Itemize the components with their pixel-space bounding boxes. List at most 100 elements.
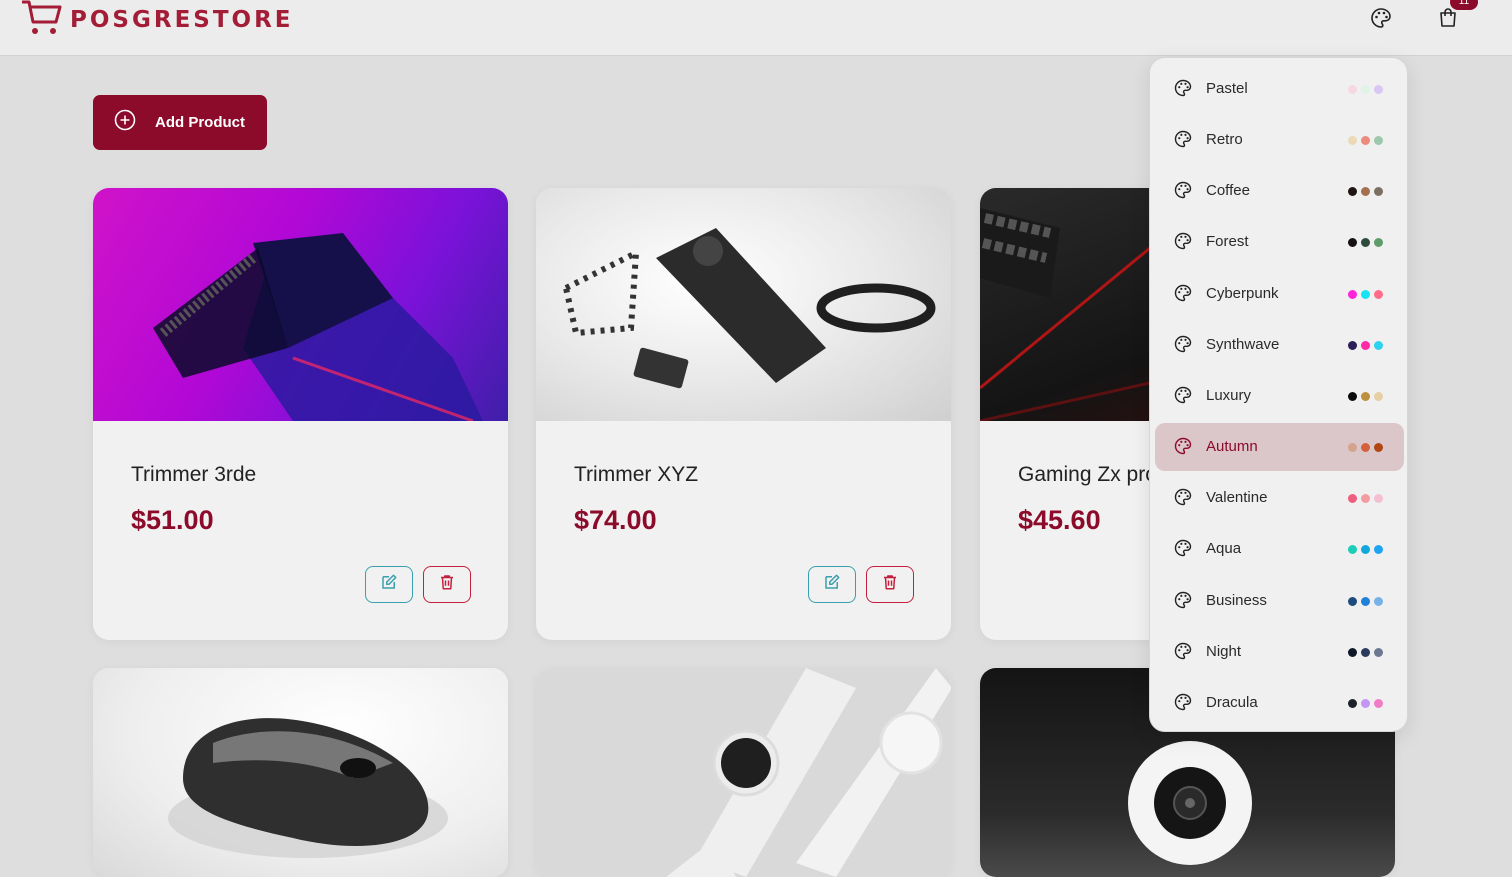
- navbar: POSGRESTORE 11: [0, 0, 1512, 56]
- color-swatch: [1361, 85, 1370, 94]
- product-image: [93, 668, 508, 877]
- brand-logo[interactable]: POSGRESTORE: [20, 0, 294, 40]
- theme-option-dracula[interactable]: Dracula: [1155, 679, 1404, 727]
- theme-option-label: Business: [1206, 591, 1267, 609]
- product-image: [536, 188, 951, 421]
- theme-color-swatches: [1348, 391, 1383, 401]
- theme-option-cyberpunk[interactable]: Cyberpunk: [1155, 270, 1404, 318]
- palette-icon: [1173, 538, 1195, 560]
- product-card: Trimmer 3rde $51.00: [93, 188, 508, 640]
- theme-option-business[interactable]: Business: [1155, 577, 1404, 625]
- theme-option-coffee[interactable]: Coffee: [1155, 167, 1404, 215]
- theme-option-aqua[interactable]: Aqua: [1155, 525, 1404, 573]
- palette-icon: [1369, 6, 1393, 35]
- color-swatch: [1361, 340, 1370, 350]
- shopping-cart-icon: [20, 0, 62, 43]
- theme-option-label: Dracula: [1206, 693, 1258, 711]
- theme-option-label: Aqua: [1206, 540, 1242, 558]
- color-swatch: [1348, 596, 1357, 606]
- delete-product-button[interactable]: [423, 566, 471, 603]
- palette-icon: [1173, 590, 1195, 612]
- theme-color-swatches: [1348, 187, 1383, 197]
- palette-icon: [1173, 487, 1195, 509]
- color-swatch: [1374, 698, 1383, 708]
- theme-color-swatches: [1348, 596, 1383, 606]
- color-swatch: [1374, 238, 1383, 248]
- theme-color-swatches: [1348, 85, 1383, 94]
- trash-icon: [438, 573, 456, 596]
- brand-name: POSGRESTORE: [70, 7, 294, 33]
- color-swatch: [1361, 545, 1370, 555]
- theme-option-forest[interactable]: Forest: [1155, 218, 1404, 266]
- edit-product-button[interactable]: [808, 566, 856, 603]
- theme-switcher-button[interactable]: [1365, 4, 1397, 36]
- palette-icon: [1173, 129, 1195, 151]
- palette-icon: [1173, 231, 1195, 253]
- theme-color-swatches: [1348, 289, 1383, 299]
- color-swatch: [1374, 340, 1383, 350]
- theme-color-swatches: [1348, 545, 1383, 555]
- product-name: Trimmer 3rde: [131, 463, 257, 486]
- color-swatch: [1361, 596, 1370, 606]
- theme-color-swatches: [1348, 443, 1383, 453]
- theme-color-swatches: [1348, 136, 1383, 146]
- theme-dropdown: Pastel Retro Coffee Forest Cyberpunk Synthwav…: [1149, 57, 1408, 732]
- color-swatch: [1374, 391, 1383, 401]
- color-swatch: [1348, 698, 1357, 708]
- theme-option-label: Synthwave: [1206, 335, 1280, 353]
- product-image: [93, 188, 508, 421]
- color-swatch: [1374, 85, 1383, 94]
- theme-option-night[interactable]: Night: [1155, 628, 1404, 676]
- color-swatch: [1361, 443, 1370, 453]
- product-image: [536, 668, 951, 877]
- theme-option-valentine[interactable]: Valentine: [1155, 474, 1404, 522]
- color-swatch: [1374, 647, 1383, 657]
- color-swatch: [1374, 494, 1383, 504]
- theme-option-retro[interactable]: Retro: [1155, 116, 1404, 164]
- theme-option-autumn[interactable]: Autumn: [1155, 423, 1404, 472]
- theme-color-swatches: [1348, 698, 1383, 708]
- product-card: [536, 668, 951, 877]
- cart-count-badge: 11: [1450, 0, 1478, 10]
- palette-icon: [1173, 78, 1195, 100]
- palette-icon: [1173, 436, 1195, 458]
- color-swatch: [1361, 136, 1370, 146]
- theme-color-swatches: [1348, 647, 1383, 657]
- delete-product-button[interactable]: [866, 566, 914, 603]
- color-swatch: [1374, 545, 1383, 555]
- product-price: $45.60: [1018, 505, 1101, 535]
- theme-option-label: Night: [1206, 642, 1242, 660]
- plus-circle-icon: [113, 108, 137, 137]
- color-swatch: [1348, 494, 1357, 504]
- theme-option-label: Autumn: [1206, 438, 1258, 456]
- color-swatch: [1361, 698, 1370, 708]
- add-product-button[interactable]: Add Product: [93, 95, 267, 150]
- product-name: Gaming Zx pro: [1018, 463, 1157, 486]
- product-price: $51.00: [131, 505, 214, 535]
- color-swatch: [1374, 289, 1383, 299]
- theme-option-luxury[interactable]: Luxury: [1155, 372, 1404, 420]
- color-swatch: [1348, 85, 1357, 94]
- color-swatch: [1348, 340, 1357, 350]
- palette-icon: [1173, 641, 1195, 663]
- color-swatch: [1374, 596, 1383, 606]
- color-swatch: [1361, 289, 1370, 299]
- color-swatch: [1361, 391, 1370, 401]
- theme-option-label: Cyberpunk: [1206, 284, 1279, 302]
- cart-button[interactable]: 11: [1432, 0, 1478, 36]
- theme-option-synthwave[interactable]: Synthwave: [1155, 321, 1404, 369]
- palette-icon: [1173, 692, 1195, 714]
- theme-color-swatches: [1348, 340, 1383, 350]
- edit-product-button[interactable]: [365, 566, 413, 603]
- product-price: $74.00: [574, 505, 657, 535]
- theme-option-label: Coffee: [1206, 182, 1250, 200]
- color-swatch: [1348, 391, 1357, 401]
- theme-option-pastel[interactable]: Pastel: [1155, 65, 1404, 113]
- product-name: Trimmer XYZ: [574, 463, 699, 486]
- color-swatch: [1374, 136, 1383, 146]
- palette-icon: [1173, 334, 1195, 356]
- product-card: Trimmer XYZ $74.00: [536, 188, 951, 640]
- product-card: [93, 668, 508, 877]
- color-swatch: [1348, 443, 1357, 453]
- palette-icon: [1173, 283, 1195, 305]
